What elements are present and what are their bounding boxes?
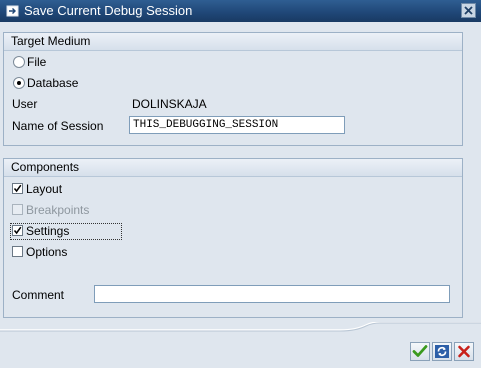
layout-label: Layout: [26, 182, 63, 196]
breakpoints-checkbox[interactable]: [12, 204, 23, 215]
target-medium-title: Target Medium: [4, 33, 462, 51]
refresh-icon: [435, 345, 449, 358]
file-radio[interactable]: [13, 56, 25, 68]
cancel-button[interactable]: [454, 342, 474, 361]
file-radio-label: File: [27, 55, 47, 69]
breakpoints-label: Breakpoints: [26, 203, 90, 217]
title-bar: Save Current Debug Session: [0, 0, 481, 22]
components-title: Components: [4, 159, 462, 177]
user-label: User: [12, 97, 38, 111]
window-icon: [6, 4, 20, 18]
checkmark-icon: [13, 226, 22, 235]
session-name-label: Name of Session: [12, 119, 104, 133]
cancel-x-icon: [458, 345, 470, 358]
options-checkbox[interactable]: [12, 246, 23, 257]
comment-field[interactable]: [94, 285, 450, 303]
options-label: Options: [26, 245, 68, 259]
database-radio[interactable]: [13, 77, 25, 89]
target-medium-group: Target Medium File Database User DOLINSK…: [3, 32, 463, 146]
bottom-separator: [0, 322, 481, 332]
components-group: Components Layout Breakpoints Settings O…: [3, 158, 463, 318]
refresh-button[interactable]: [432, 342, 452, 361]
window-title: Save Current Debug Session: [24, 3, 193, 18]
session-name-field[interactable]: THIS_DEBUGGING_SESSION: [129, 116, 345, 134]
close-button[interactable]: [461, 3, 476, 18]
database-radio-label: Database: [27, 76, 79, 90]
settings-label: Settings: [26, 224, 70, 238]
comment-label: Comment: [12, 288, 65, 302]
confirm-button[interactable]: [410, 342, 430, 361]
user-value: DOLINSKAJA: [132, 97, 207, 111]
checkmark-icon: [13, 184, 22, 193]
close-icon: [464, 6, 473, 15]
settings-checkbox[interactable]: [12, 225, 23, 236]
checkmark-icon: [412, 345, 428, 357]
layout-checkbox[interactable]: [12, 183, 23, 194]
